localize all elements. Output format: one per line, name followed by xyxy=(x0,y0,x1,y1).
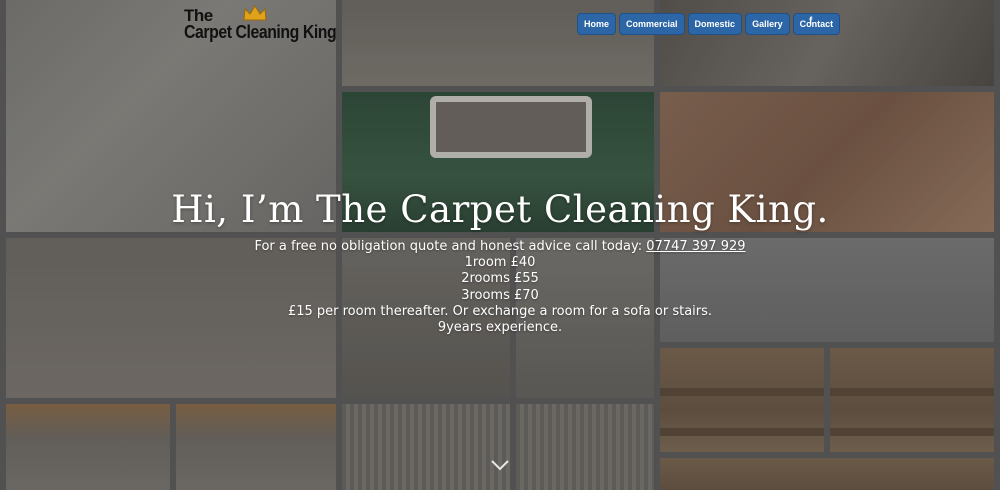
phone-link[interactable]: 07747 397 929 xyxy=(646,239,745,254)
experience-line: 9years experience. xyxy=(437,320,563,336)
nav-gallery[interactable]: Gallery xyxy=(745,13,790,35)
nav-commercial[interactable]: Commercial xyxy=(619,13,685,35)
facebook-icon[interactable]: f xyxy=(809,16,812,27)
nav-domestic[interactable]: Domestic xyxy=(687,13,743,35)
price-line: 2rooms £55 xyxy=(461,271,539,287)
site-logo[interactable]: The Carpet Cleaning King xyxy=(184,5,357,43)
hero-title: Hi, I’m The Carpet Cleaning King. xyxy=(171,188,829,231)
nav-home[interactable]: Home xyxy=(577,13,617,35)
price-line: 1room £40 xyxy=(464,255,536,271)
crown-icon xyxy=(243,5,267,21)
price-line: 3rooms £70 xyxy=(461,287,539,303)
nav-contact[interactable]: Contact xyxy=(792,13,841,35)
chevron-down-icon[interactable] xyxy=(491,459,509,471)
hero-text: For a free no obligation quote and hones… xyxy=(0,239,1000,336)
main-nav: Home Commercial Domestic Gallery Contact xyxy=(577,13,841,35)
hero-intro: For a free no obligation quote and hones… xyxy=(254,239,647,254)
hero-intro-line: For a free no obligation quote and hones… xyxy=(0,239,1000,255)
price-line: £15 per room thereafter. Or exchange a r… xyxy=(287,303,713,319)
logo-line2: Carpet Cleaning King xyxy=(184,22,337,43)
